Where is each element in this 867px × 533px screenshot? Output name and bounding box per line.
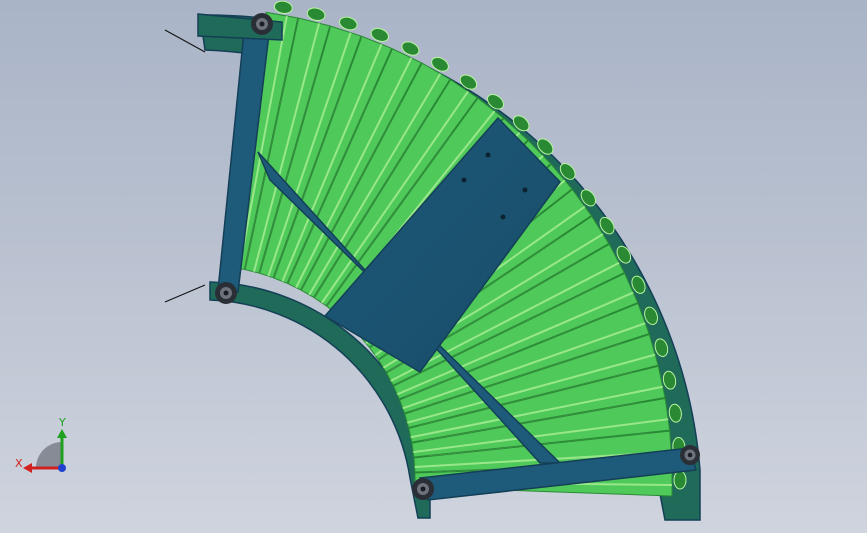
leader-line-bottom xyxy=(164,284,206,303)
bearing-mid-left[interactable] xyxy=(215,282,237,304)
plate-hole xyxy=(522,187,528,193)
bearing-top-left[interactable] xyxy=(251,13,273,35)
roller-sprocket xyxy=(273,0,293,14)
triad-y-label: Y xyxy=(58,416,66,429)
triad-base-quadrant xyxy=(36,442,62,468)
triad-z-axis-icon xyxy=(58,464,66,472)
bearing-bottom-left[interactable] xyxy=(412,478,434,500)
triad-x-arrow-icon xyxy=(23,463,32,473)
triad-y-arrow-icon xyxy=(57,429,67,438)
roller-sprocket xyxy=(306,7,326,21)
plate-hole xyxy=(461,177,467,183)
plate-hole xyxy=(500,214,506,220)
bearing-bottom-right[interactable] xyxy=(680,445,700,465)
cad-viewport[interactable] xyxy=(0,0,867,533)
triad-x-label: X xyxy=(15,457,23,470)
roller-sprocket xyxy=(673,470,687,490)
plate-hole xyxy=(485,152,491,158)
orientation-triad: X Y xyxy=(15,416,67,473)
